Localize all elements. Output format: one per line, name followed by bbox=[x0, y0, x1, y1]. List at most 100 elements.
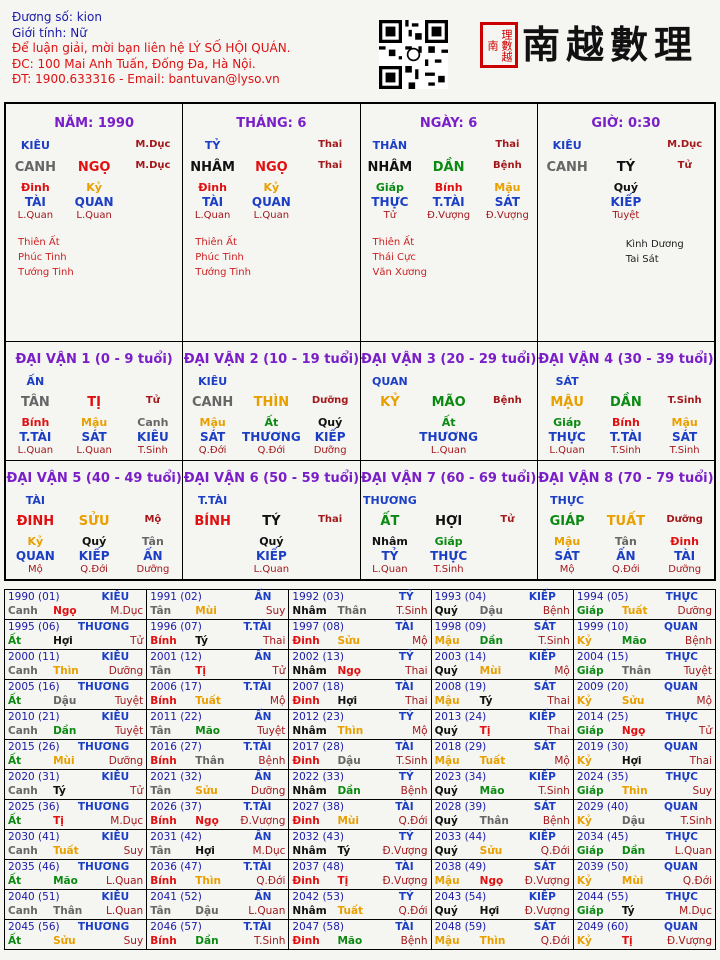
dai-van-branch-status: Dưỡng bbox=[666, 514, 703, 525]
year-star: T.TÀI bbox=[243, 741, 272, 753]
year-phase: Bệnh bbox=[542, 814, 570, 827]
year-cell: 2023 (34) KIẾP Quý Mão T.Sinh bbox=[431, 770, 574, 800]
pillar-notes: Thiên Ất Thái Cực Văn Xương bbox=[373, 235, 537, 280]
year-cell: 1995 (06) THƯƠNG Ất Hợi Tử bbox=[5, 620, 148, 650]
year-row: 2035 (46) THƯƠNG Ất Mão L.Quan 2036 (47) T.TÀ… bbox=[5, 860, 717, 890]
year-stem: Bính bbox=[150, 754, 177, 767]
year-star: ẤN bbox=[254, 591, 272, 603]
year-label: 2012 (23) bbox=[292, 711, 345, 723]
dai-van-branch: TÝ bbox=[262, 514, 281, 529]
year-branch: Thìn bbox=[621, 784, 648, 797]
dai-van-5: ĐẠI VẬN 5 (40 - 49 tuổi) TÀI ĐINH SỬU Mộ Kỷ Qu… bbox=[6, 461, 184, 579]
year-branch: Tý bbox=[337, 844, 351, 857]
year-star: QUAN bbox=[663, 921, 699, 933]
year-row: 2015 (26) THƯƠNG Ất Mùi Dưỡng 2016 (27) T.TÀI… bbox=[5, 740, 717, 770]
year-branch: Dậu bbox=[337, 754, 361, 767]
year-stem: Đinh bbox=[292, 874, 320, 887]
dai-van-hidden-star: SÁT bbox=[554, 549, 580, 563]
year-stem: Bính bbox=[150, 934, 177, 947]
dai-van-branch-status: Tử bbox=[145, 395, 160, 406]
year-cell: 2034 (45) THỰC Giáp Dần L.Quan bbox=[573, 830, 717, 860]
year-cell: 2035 (46) THƯƠNG Ất Mão L.Quan bbox=[5, 860, 148, 890]
year-branch: Sửu bbox=[195, 784, 218, 797]
dai-van-star: ẤN bbox=[26, 375, 45, 388]
pillar-star-status: Thai bbox=[318, 139, 343, 150]
pillar-notes: Thiên Ất Phúc Tinh Tướng Tinh bbox=[195, 235, 359, 280]
year-star: TÀI bbox=[395, 681, 414, 693]
year-stem: Ất bbox=[8, 694, 22, 707]
year-phase: Tuyệt bbox=[114, 724, 144, 737]
year-stem: Mậu bbox=[434, 694, 460, 707]
year-label: 2023 (34) bbox=[434, 771, 487, 783]
dai-van-hidden-stem: Quý bbox=[81, 535, 107, 548]
year-label: 2027 (38) bbox=[292, 801, 345, 813]
dai-van-star: TÀI bbox=[25, 494, 45, 507]
year-phase: Suy bbox=[265, 604, 286, 617]
year-star: KIÊU bbox=[101, 771, 130, 783]
year-grid: 1990 (01) KIÊU Canh Ngọ M.Dục 1991 (02) ẤN Tâ… bbox=[4, 589, 717, 950]
year-star: THƯƠNG bbox=[77, 621, 130, 633]
hidden-star: TÀI bbox=[202, 195, 224, 209]
year-phase: Mộ bbox=[554, 754, 570, 767]
pillar-note: Tướng Tinh bbox=[18, 267, 74, 278]
pillar-branch: DẦN bbox=[432, 160, 465, 175]
year-label: 1995 (06) bbox=[8, 621, 60, 633]
year-branch: Dậu bbox=[53, 694, 77, 707]
year-stem: Nhâm bbox=[292, 784, 327, 797]
year-branch: Mão bbox=[337, 934, 363, 947]
year-branch: Mão bbox=[195, 724, 221, 737]
pillar-row: NĂM: 1990 KIÊU M.Dục CANH NGỌ M.Dục Đinh Kỷ TÀI Q… bbox=[6, 104, 714, 342]
hidden-stem: Đinh bbox=[21, 181, 50, 194]
year-phase: Q.Đới bbox=[256, 874, 286, 887]
dai-van-title: ĐẠI VẬN 1 (0 - 9 tuổi) bbox=[15, 352, 173, 367]
year-stem: Nhâm bbox=[292, 724, 327, 737]
dai-van-hidden-star: SÁT bbox=[200, 430, 226, 444]
pillar-branch-status: Thai bbox=[318, 160, 343, 171]
year-label: 2033 (44) bbox=[434, 831, 487, 843]
dai-van-stem: ẤT bbox=[380, 514, 400, 529]
dai-van-hidden-stem: Giáp bbox=[553, 416, 582, 429]
year-star: KIẾP bbox=[528, 831, 556, 843]
dai-van-hidden-stem: Bính bbox=[611, 416, 640, 429]
year-star: THỰC bbox=[665, 771, 699, 783]
year-star: ẤN bbox=[254, 771, 272, 783]
header: Đương số: kion Giới tính: Nữ Để luận giả… bbox=[12, 10, 290, 88]
year-cell: 1994 (05) THỰC Giáp Tuất Dưỡng bbox=[573, 590, 717, 620]
dai-van-hidden-phase: T.Sinh bbox=[433, 564, 464, 575]
dai-van-branch: TUẤT bbox=[606, 514, 646, 529]
year-cell: 1992 (03) TỶ Nhâm Thân T.Sinh bbox=[289, 590, 432, 620]
year-phase: L.Quan bbox=[105, 874, 144, 887]
dai-van-hidden-stem: Quý bbox=[259, 535, 284, 548]
year-phase: M.Dục bbox=[110, 814, 144, 827]
owner-name: Đương số: kion bbox=[12, 10, 102, 24]
year-star: ẤN bbox=[254, 651, 272, 663]
year-star: T.TÀI bbox=[243, 861, 272, 873]
year-cell: 2012 (23) TỶ Nhâm Thìn Mộ bbox=[289, 710, 432, 740]
address: ĐC: 100 Mai Anh Tuấn, Đống Đa, Hà Nội. bbox=[12, 56, 256, 71]
year-label: 2018 (29) bbox=[434, 741, 487, 753]
dai-van-hidden-star: THƯƠNG bbox=[242, 430, 301, 444]
dai-van-hidden-phase: Q.Đới bbox=[612, 564, 640, 575]
year-phase: Đ.Vượng bbox=[666, 934, 712, 947]
pillar-star-status: M.Dục bbox=[667, 139, 703, 150]
dai-van-stem: KỶ bbox=[380, 395, 400, 410]
year-label: 2008 (19) bbox=[434, 681, 487, 693]
year-row: 2025 (36) THƯƠNG Ất Tị M.Dục 2026 (37) T.TÀI … bbox=[5, 800, 717, 830]
dai-van-hidden-star: T.TÀI bbox=[19, 430, 52, 444]
year-branch: Dậu bbox=[479, 604, 503, 617]
pillar-stem: NHÂM bbox=[367, 160, 413, 175]
year-phase: Tuyệt bbox=[257, 724, 286, 737]
year-label: 1998 (09) bbox=[434, 621, 487, 633]
dai-van-hidden-phase: Dưỡng bbox=[136, 564, 170, 575]
year-stem: Canh bbox=[8, 784, 38, 797]
year-phase: T.Sinh bbox=[538, 784, 570, 797]
year-stem: Tân bbox=[150, 604, 172, 617]
dai-van-hidden-stem: Giáp bbox=[434, 535, 463, 548]
year-cell: 2000 (11) KIÊU Canh Thìn Dưỡng bbox=[5, 650, 148, 680]
dai-van-hidden-star: KIẾP bbox=[314, 430, 346, 444]
dai-van-stem: GIÁP bbox=[549, 514, 585, 529]
dai-van-hidden-stem: Ất bbox=[264, 416, 279, 429]
dai-van-hidden-star: SÁT bbox=[672, 430, 698, 444]
year-label: 1994 (05) bbox=[576, 591, 629, 603]
year-stem: Canh bbox=[8, 904, 38, 917]
